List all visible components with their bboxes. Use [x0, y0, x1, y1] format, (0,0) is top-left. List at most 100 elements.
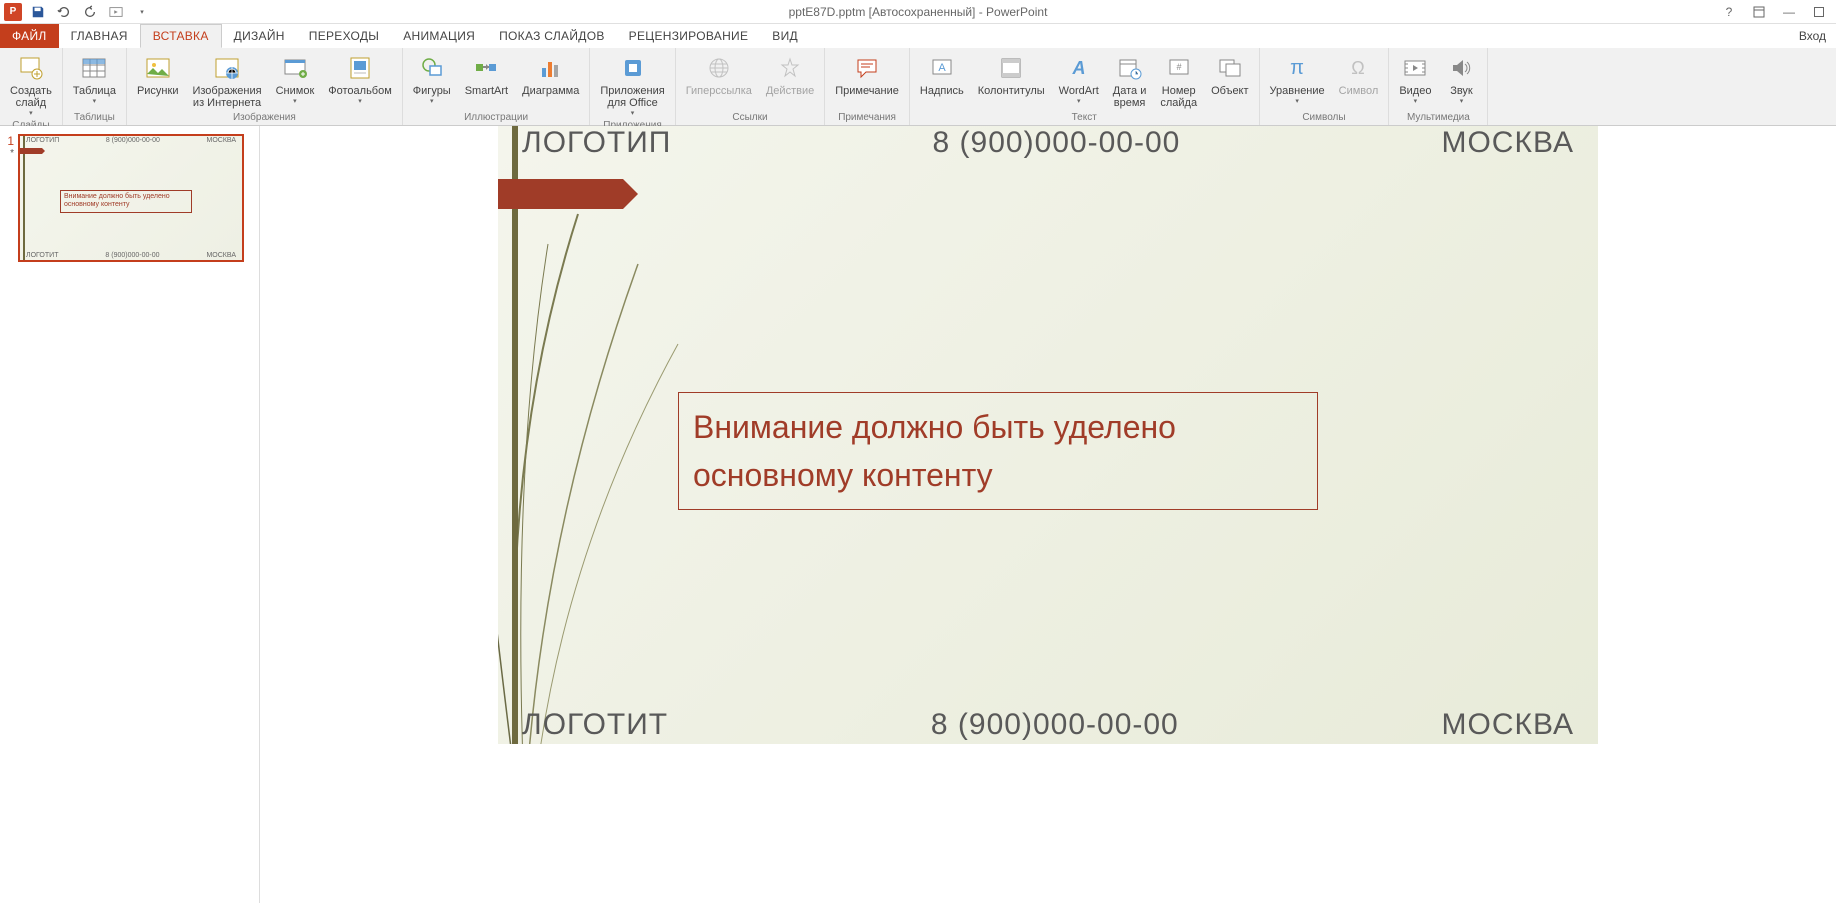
group-links: Гиперссылка Действие Ссылки — [676, 48, 826, 125]
redo-button[interactable] — [80, 2, 100, 22]
photo-album-icon — [344, 52, 376, 84]
chevron-down-icon: ▾ — [293, 97, 297, 105]
thumbnail-wrap: 1 * ЛОГОТИП 8 (900)000-00-00 МОСКВА Вним… — [4, 134, 255, 262]
titlebar-controls: ? — — [1718, 2, 1836, 22]
shapes-button[interactable]: Фигуры ▾ — [407, 50, 457, 107]
equation-button[interactable]: π Уравнение ▾ — [1264, 50, 1331, 107]
group-images: Рисунки Изображения из Интернета Снимок … — [127, 48, 403, 125]
slide-number-label: 1 — [4, 134, 18, 148]
photo-album-button[interactable]: Фотоальбом ▾ — [322, 50, 398, 107]
window-title: pptE87D.pptm [Автосохраненный] - PowerPo… — [789, 5, 1048, 19]
minimize-button[interactable]: — — [1778, 2, 1800, 22]
symbol-button: Ω Символ — [1333, 50, 1385, 99]
chevron-down-icon: ▾ — [1414, 97, 1418, 105]
undo-button[interactable] — [54, 2, 74, 22]
svg-text:π: π — [1290, 57, 1304, 79]
pictures-icon — [142, 52, 174, 84]
date-time-button[interactable]: Дата и время — [1107, 50, 1153, 111]
slide-phone-top[interactable]: 8 (900)000-00-00 — [933, 126, 1181, 160]
pictures-button[interactable]: Рисунки — [131, 50, 185, 99]
chevron-down-icon: ▾ — [93, 97, 97, 105]
online-pictures-icon — [211, 52, 243, 84]
action-button: Действие — [760, 50, 820, 99]
tab-file[interactable]: ФАЙЛ — [0, 24, 59, 48]
office-apps-button[interactable]: Приложения для Office ▾ — [594, 50, 670, 119]
online-pictures-button[interactable]: Изображения из Интернета — [186, 50, 267, 111]
slide-phone-bottom[interactable]: 8 (900)000-00-00 — [931, 708, 1179, 742]
group-apps: Приложения для Office ▾ Приложения — [590, 48, 675, 125]
slide-main-textbox[interactable]: Внимание должно быть уделено основному к… — [678, 392, 1318, 510]
shapes-icon — [416, 52, 448, 84]
chevron-down-icon: ▾ — [1077, 97, 1081, 105]
sign-in-link[interactable]: Вход — [1789, 24, 1836, 48]
comment-icon — [851, 52, 883, 84]
table-button[interactable]: Таблица ▾ — [67, 50, 122, 107]
svg-text:A: A — [938, 62, 946, 74]
qat-customize-button[interactable]: ▾ — [132, 2, 152, 22]
app-icon[interactable]: P — [4, 3, 22, 21]
tab-slideshow[interactable]: ПОКАЗ СЛАЙДОВ — [487, 24, 617, 48]
slide-city-bottom[interactable]: МОСКВА — [1442, 708, 1575, 742]
smartart-button[interactable]: SmartArt — [459, 50, 514, 99]
object-button[interactable]: Объект — [1205, 50, 1254, 99]
slide-left-bar — [512, 126, 518, 744]
slide-canvas[interactable]: ЛОГОТИП 8 (900)000-00-00 МОСКВА Внимание… — [498, 126, 1598, 744]
tab-transitions[interactable]: ПЕРЕХОДЫ — [297, 24, 391, 48]
screenshot-button[interactable]: Снимок ▾ — [270, 50, 321, 107]
slide-arrow-shape[interactable] — [498, 179, 623, 209]
tab-review[interactable]: РЕЦЕНЗИРОВАНИЕ — [617, 24, 761, 48]
group-media: Видео ▾ Звук ▾ Мультимедиа — [1389, 48, 1488, 125]
slide-logo-top[interactable]: ЛОГОТИП — [522, 126, 671, 160]
wordart-icon: A — [1063, 52, 1095, 84]
chevron-down-icon: ▾ — [631, 109, 635, 117]
ribbon: Создать слайд ▾ Слайды Таблица ▾ Таблицы… — [0, 48, 1836, 126]
slide-logo-bottom[interactable]: ЛОГОТИТ — [522, 708, 668, 742]
group-symbols: π Уравнение ▾ Ω Символ Символы — [1260, 48, 1390, 125]
hyperlink-button: Гиперссылка — [680, 50, 758, 99]
chevron-down-icon: ▾ — [1460, 97, 1464, 105]
save-button[interactable] — [28, 2, 48, 22]
header-footer-icon — [995, 52, 1027, 84]
tab-animations[interactable]: АНИМАЦИЯ — [391, 24, 487, 48]
maximize-button[interactable] — [1808, 2, 1830, 22]
help-button[interactable]: ? — [1718, 2, 1740, 22]
apps-icon — [617, 52, 649, 84]
video-icon — [1399, 52, 1431, 84]
header-footer-button[interactable]: Колонтитулы — [972, 50, 1051, 99]
slide-editor[interactable]: ЛОГОТИП 8 (900)000-00-00 МОСКВА Внимание… — [260, 126, 1836, 903]
start-from-beginning-button[interactable] — [106, 2, 126, 22]
group-slides: Создать слайд ▾ Слайды — [0, 48, 63, 125]
slide-city-top[interactable]: МОСКВА — [1441, 126, 1574, 160]
svg-text:#: # — [1176, 62, 1181, 72]
tab-view[interactable]: ВИД — [760, 24, 810, 48]
group-comments: Примечание Примечания — [825, 48, 910, 125]
slide-thumbnails-panel[interactable]: 1 * ЛОГОТИП 8 (900)000-00-00 МОСКВА Вним… — [0, 126, 260, 903]
slide-number-icon: # — [1163, 52, 1195, 84]
table-icon — [78, 52, 110, 84]
action-icon — [774, 52, 806, 84]
slide-number-button[interactable]: # Номер слайда — [1154, 50, 1203, 111]
textbox-button[interactable]: A Надпись — [914, 50, 970, 99]
ribbon-display-button[interactable] — [1748, 2, 1770, 22]
equation-icon: π — [1281, 52, 1313, 84]
video-button[interactable]: Видео ▾ — [1393, 50, 1437, 107]
smartart-icon — [470, 52, 502, 84]
new-slide-button[interactable]: Создать слайд ▾ — [4, 50, 58, 119]
symbol-icon: Ω — [1342, 52, 1374, 84]
svg-text:A: A — [1071, 58, 1085, 78]
group-illustrations: Фигуры ▾ SmartArt Диаграмма Иллюстрации — [403, 48, 591, 125]
animation-indicator-icon[interactable]: * — [4, 148, 18, 159]
chart-button[interactable]: Диаграмма — [516, 50, 585, 99]
audio-button[interactable]: Звук ▾ — [1439, 50, 1483, 107]
comment-button[interactable]: Примечание — [829, 50, 905, 99]
wordart-button[interactable]: A WordArt ▾ — [1053, 50, 1105, 107]
slide-thumbnail-1[interactable]: ЛОГОТИП 8 (900)000-00-00 МОСКВА Внимание… — [18, 134, 244, 262]
ribbon-tabs: ФАЙЛ ГЛАВНАЯ ВСТАВКА ДИЗАЙН ПЕРЕХОДЫ АНИ… — [0, 24, 1836, 48]
slide-header-row: ЛОГОТИП 8 (900)000-00-00 МОСКВА — [522, 126, 1574, 160]
tab-design[interactable]: ДИЗАЙН — [222, 24, 297, 48]
titlebar: P ▾ pptE87D.pptm [Автосохраненный] - Pow… — [0, 0, 1836, 24]
tab-home[interactable]: ГЛАВНАЯ — [59, 24, 140, 48]
tab-insert[interactable]: ВСТАВКА — [140, 24, 222, 48]
group-text: A Надпись Колонтитулы A WordArt ▾ Дата и… — [910, 48, 1260, 125]
screenshot-icon — [279, 52, 311, 84]
